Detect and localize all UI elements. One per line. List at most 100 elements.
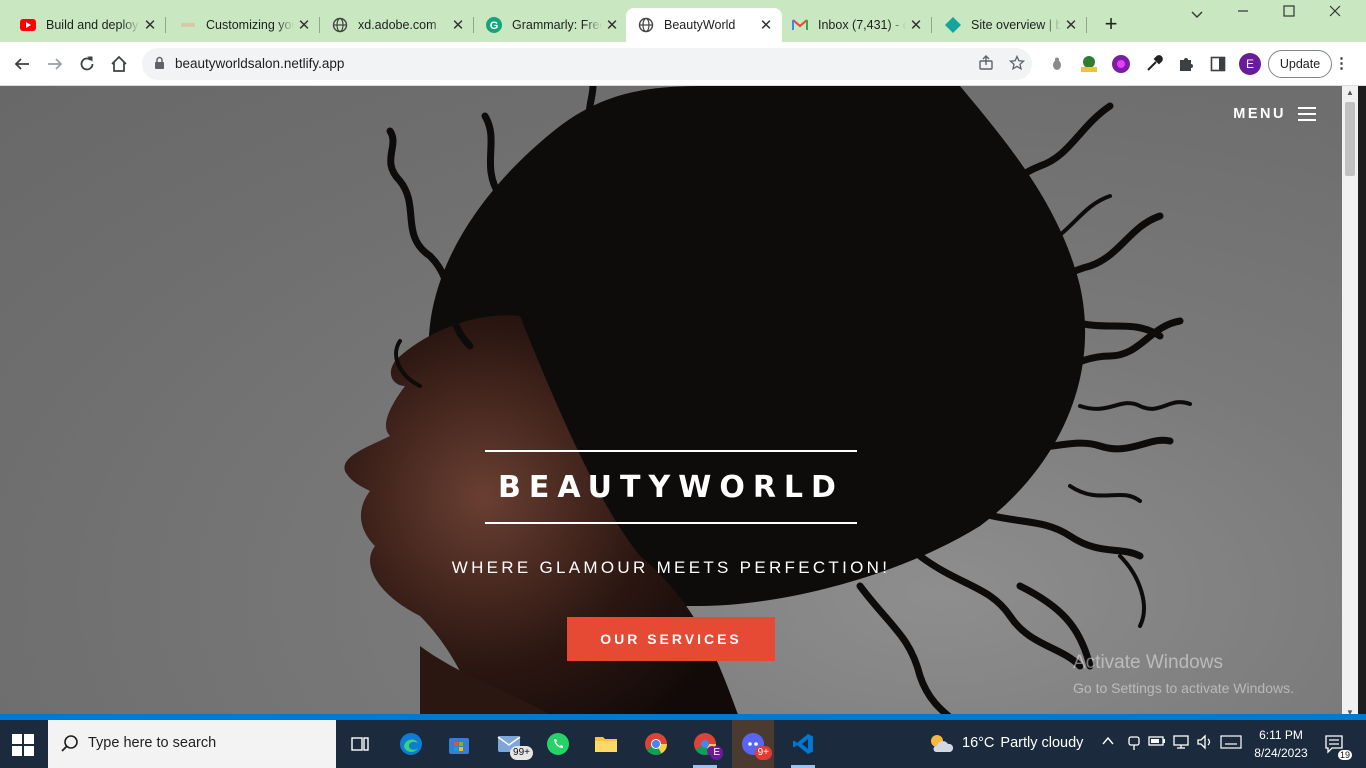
notification-count-badge: 19 xyxy=(1337,750,1352,760)
chrome-icon[interactable] xyxy=(640,728,672,760)
browser-toolbar: beautyworldsalon.netlify.app E Update ⋮ xyxy=(0,42,1366,86)
menu-toggle[interactable]: MENU xyxy=(1233,106,1316,122)
maximize-window-icon[interactable] xyxy=(1266,4,1312,26)
search-icon xyxy=(60,734,80,759)
browser-tab-strip: Build and deploy ✕ Customizing your ✕ xd… xyxy=(0,0,1366,42)
globe-icon xyxy=(638,17,654,33)
forward-arrow-icon[interactable] xyxy=(43,52,67,76)
tab-title: Site overview | b xyxy=(971,18,1061,32)
extensions-puzzle-icon[interactable] xyxy=(1176,54,1196,74)
close-tab-icon[interactable]: ✕ xyxy=(294,16,314,34)
brand-frame: BEAUTYWORLD xyxy=(485,450,857,524)
taskbar-clock[interactable]: 6:11 PM 8/24/2023 xyxy=(1246,726,1316,762)
whatsapp-icon[interactable] xyxy=(542,728,574,760)
meet-now-icon[interactable] xyxy=(1126,734,1142,755)
keyboard-icon[interactable] xyxy=(1220,735,1242,752)
side-panel-icon[interactable] xyxy=(1208,54,1228,74)
network-icon[interactable] xyxy=(1172,734,1190,753)
share-icon[interactable] xyxy=(977,55,995,73)
page-viewport: MENU BEAUTYWORLD WHERE GLAMOUR MEETS PER… xyxy=(0,86,1342,720)
discord-badge: 9+ xyxy=(754,746,772,760)
watermark-line-2: Go to Settings to activate Windows. xyxy=(1073,680,1294,696)
show-hidden-icons-chevron-icon[interactable] xyxy=(1102,734,1114,749)
netlify-icon xyxy=(945,17,961,33)
address-bar[interactable]: beautyworldsalon.netlify.app xyxy=(142,48,1032,80)
document-icon xyxy=(180,17,196,33)
background-window-edge xyxy=(1358,86,1366,720)
eyedropper-icon[interactable] xyxy=(1144,54,1164,74)
color-extension-icon[interactable] xyxy=(1111,54,1131,74)
battery-icon[interactable] xyxy=(1148,734,1166,751)
windows-start-icon[interactable] xyxy=(12,734,34,756)
chrome-profile-e-icon[interactable]: E xyxy=(689,728,723,768)
tab-grammarly[interactable]: G Grammarly: Free ✕ xyxy=(466,8,628,42)
watermark-line-1: Activate Windows xyxy=(1073,652,1223,673)
task-view-icon[interactable] xyxy=(344,728,376,760)
tab-build-and-deploy[interactable]: Build and deploy ✕ xyxy=(0,8,166,42)
youtube-icon xyxy=(20,17,36,33)
close-tab-icon[interactable]: ✕ xyxy=(448,16,468,34)
partly-cloudy-icon xyxy=(931,735,954,752)
svg-text:G: G xyxy=(490,20,499,32)
back-arrow-icon[interactable] xyxy=(10,52,34,76)
tab-beautyworld[interactable]: BeautyWorld ✕ xyxy=(626,8,782,42)
hamburger-icon xyxy=(1298,107,1316,121)
mail-unread-badge: 99+ xyxy=(510,746,533,760)
weather-widget[interactable]: 16°C Partly cloudy xyxy=(928,732,1083,754)
url-text[interactable]: beautyworldsalon.netlify.app xyxy=(175,56,344,71)
tab-title: Customizing your xyxy=(206,18,294,32)
search-placeholder: Type here to search xyxy=(88,735,217,751)
weather-temperature: 16°C xyxy=(962,735,995,751)
profile-avatar[interactable]: E xyxy=(1239,53,1261,75)
bug-extension-icon[interactable] xyxy=(1047,54,1067,74)
scroll-up-arrow-icon[interactable]: ▲ xyxy=(1342,86,1358,100)
tab-xd-adobe[interactable]: xd.adobe.com ✕ xyxy=(312,8,474,42)
clock-date: 8/24/2023 xyxy=(1254,746,1308,760)
page-scrollbar[interactable]: ▲ ▼ xyxy=(1342,86,1358,720)
reload-icon[interactable] xyxy=(75,52,99,76)
home-icon[interactable] xyxy=(107,52,131,76)
brand-title: BEAUTYWORLD xyxy=(498,469,844,505)
weather-condition: Partly cloudy xyxy=(1000,735,1084,751)
tab-title: xd.adobe.com xyxy=(358,18,437,32)
hero-tagline: WHERE GLAMOUR MEETS PERFECTION! xyxy=(451,558,891,577)
tab-title: Build and deploy xyxy=(46,18,139,32)
gmail-icon xyxy=(792,17,808,33)
tab-gmail-inbox[interactable]: Inbox (7,431) - e ✕ xyxy=(772,8,932,42)
lock-icon[interactable] xyxy=(154,56,165,75)
new-tab-plus-icon[interactable]: + xyxy=(1100,13,1122,36)
html-tree-extension-icon[interactable] xyxy=(1079,54,1099,74)
close-tab-icon[interactable]: ✕ xyxy=(906,16,926,34)
tab-customizing[interactable]: Customizing your ✕ xyxy=(160,8,320,42)
close-tab-icon[interactable]: ✕ xyxy=(602,16,622,34)
close-tab-icon[interactable]: ✕ xyxy=(1061,16,1081,34)
mail-icon[interactable]: 99+ xyxy=(493,728,533,760)
edge-browser-icon[interactable] xyxy=(395,728,427,760)
microsoft-store-icon[interactable] xyxy=(443,728,475,760)
bookmark-star-icon[interactable] xyxy=(1008,54,1026,73)
close-tab-icon[interactable]: ✕ xyxy=(140,16,160,34)
action-center-notification-icon[interactable]: 19 xyxy=(1324,734,1352,760)
scrollbar-thumb[interactable] xyxy=(1345,102,1355,176)
update-button[interactable]: Update xyxy=(1268,50,1332,78)
tab-separator xyxy=(1086,17,1087,33)
tab-title: BeautyWorld xyxy=(664,18,736,32)
menu-label: MENU xyxy=(1233,106,1286,122)
tab-search-chevron-icon[interactable] xyxy=(1174,6,1220,28)
tab-title: Inbox (7,431) - e xyxy=(818,18,906,32)
our-services-button[interactable]: OUR SERVICES xyxy=(567,617,775,661)
windows-taskbar: Type here to search 99+ E 9+ 16°C Partly… xyxy=(0,720,1366,768)
globe-icon xyxy=(332,17,348,33)
browser-menu-kebab-icon[interactable]: ⋮ xyxy=(1334,54,1349,72)
file-explorer-icon[interactable] xyxy=(590,728,622,760)
clock-time: 6:11 PM xyxy=(1259,728,1303,742)
chrome-profile-badge: E xyxy=(710,746,723,760)
tab-site-overview[interactable]: Site overview | b ✕ xyxy=(925,8,1087,42)
vscode-icon[interactable] xyxy=(787,728,819,768)
activate-windows-watermark: Activate Windows Go to Settings to activ… xyxy=(1073,652,1294,696)
taskbar-search-box[interactable]: Type here to search xyxy=(48,720,336,768)
close-window-icon[interactable] xyxy=(1312,4,1358,26)
minimize-window-icon[interactable] xyxy=(1220,4,1266,26)
volume-icon[interactable] xyxy=(1196,734,1214,753)
discord-icon[interactable]: 9+ xyxy=(732,720,774,768)
